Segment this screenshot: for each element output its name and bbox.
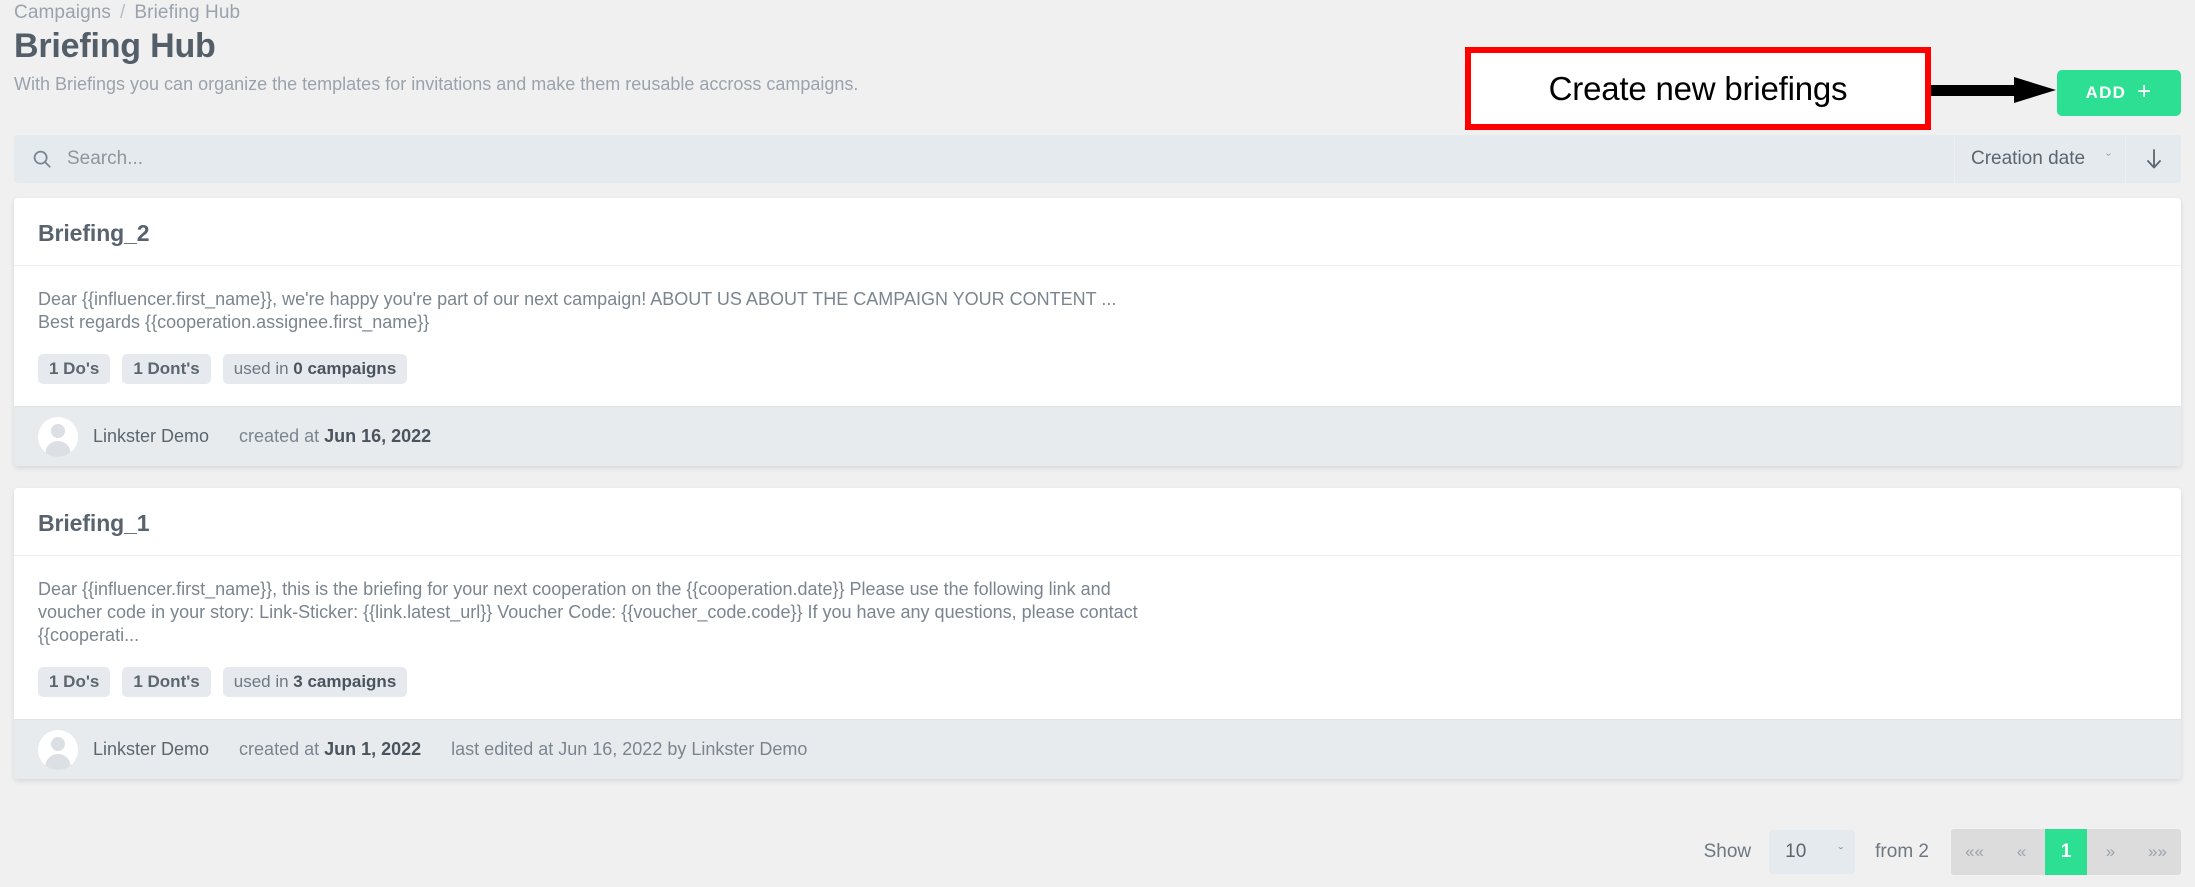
- footer-created: created at Jun 16, 2022: [239, 426, 431, 447]
- card-header: Briefing_2: [14, 198, 2181, 266]
- briefing-card[interactable]: Briefing_2 Dear {{influencer.first_name}…: [14, 198, 2181, 466]
- arrow-down-icon: [2146, 149, 2161, 169]
- pagination-next-button[interactable]: »: [2087, 829, 2134, 875]
- chip-dos: 1 Do's: [38, 354, 111, 384]
- avatar: [38, 729, 78, 770]
- chip-usage-value: 3 campaigns: [293, 672, 397, 691]
- footer-author: Linkster Demo: [93, 739, 210, 759]
- chip-donts: 1 Dont's: [122, 354, 211, 384]
- pagination-first-button[interactable]: ««: [1951, 829, 1998, 875]
- breadcrumb: Campaigns / Briefing Hub: [14, 0, 2181, 22]
- sort-direction-button[interactable]: [2126, 135, 2181, 183]
- footer-created-prefix: created at: [239, 739, 325, 759]
- page-size-select[interactable]: 10 ˇ: [1769, 830, 1856, 874]
- chip-dos: 1 Do's: [38, 667, 111, 697]
- pagination-prev-button[interactable]: «: [1998, 829, 2045, 875]
- pagination-last-button[interactable]: »»: [2134, 829, 2181, 875]
- pagination-buttons: «« « 1 » »»: [1951, 829, 2181, 875]
- footer-last-edited: last edited at Jun 16, 2022 by Linkster …: [451, 739, 808, 759]
- sort-field-select[interactable]: Creation date ˇ: [1955, 135, 2125, 183]
- add-briefing-button[interactable]: ADD +: [2057, 70, 2181, 116]
- chevron-down-icon: ˇ: [2106, 150, 2111, 168]
- card-title: Briefing_1: [38, 510, 150, 536]
- footer-author: Linkster Demo: [93, 426, 210, 446]
- user-silhouette-icon: [45, 736, 71, 770]
- chip-usage-value: 0 campaigns: [293, 359, 397, 378]
- card-preview-line-1: Dear {{influencer.first_name}}, we're ha…: [38, 289, 1117, 309]
- add-button-label: ADD: [2085, 83, 2127, 102]
- chip-donts: 1 Dont's: [122, 667, 211, 697]
- briefing-card-list: Briefing_2 Dear {{influencer.first_name}…: [14, 198, 2181, 801]
- footer-created-prefix: created at: [239, 426, 325, 446]
- page-size-label: Show: [1703, 841, 1752, 862]
- card-body: Dear {{influencer.first_name}}, this is …: [14, 556, 2181, 719]
- footer-created: created at Jun 1, 2022: [239, 739, 421, 760]
- avatar: [38, 416, 78, 457]
- annotation-text: Create new briefings: [1548, 69, 1848, 107]
- card-preview-text: Dear {{influencer.first_name}}, this is …: [38, 579, 1138, 645]
- annotation-arrow-icon: [1928, 77, 2056, 103]
- chip-row: 1 Do's 1 Dont's used in 0 campaigns: [38, 354, 2157, 384]
- chip-usage-prefix: used in: [233, 672, 294, 691]
- chip-usage-prefix: used in: [233, 359, 294, 378]
- search-input[interactable]: [67, 135, 1954, 183]
- card-footer: Linkster Demo created at Jun 1, 2022 las…: [14, 719, 2181, 779]
- chip-row: 1 Do's 1 Dont's used in 3 campaigns: [38, 667, 2157, 697]
- search-area[interactable]: [14, 135, 1954, 183]
- briefing-card[interactable]: Briefing_1 Dear {{influencer.first_name}…: [14, 488, 2181, 779]
- pagination-page-1-button[interactable]: 1: [2045, 829, 2087, 875]
- card-header: Briefing_1: [14, 488, 2181, 556]
- user-silhouette-icon: [45, 423, 71, 457]
- sort-field-value: Creation date: [1971, 148, 2086, 169]
- page-total-label: from 2: [1875, 841, 1929, 862]
- card-title: Briefing_2: [38, 220, 150, 246]
- breadcrumb-separator: /: [120, 2, 126, 22]
- card-footer: Linkster Demo created at Jun 16, 2022: [14, 406, 2181, 466]
- card-preview-line-2: Best regards {{cooperation.assignee.firs…: [38, 312, 430, 332]
- footer-created-date: Jun 1, 2022: [324, 739, 422, 759]
- card-body: Dear {{influencer.first_name}}, we're ha…: [14, 266, 2181, 406]
- search-icon: [33, 150, 51, 168]
- annotation-callout: Create new briefings: [1465, 47, 1931, 130]
- breadcrumb-item-campaigns[interactable]: Campaigns: [14, 3, 111, 22]
- plus-icon: +: [2137, 78, 2153, 105]
- footer-created-date: Jun 16, 2022: [324, 426, 432, 446]
- breadcrumb-item-briefing-hub[interactable]: Briefing Hub: [134, 3, 240, 22]
- toolbar: Creation date ˇ: [14, 135, 2181, 183]
- page-root: Campaigns / Briefing Hub Briefing Hub Wi…: [0, 0, 2195, 887]
- chip-usage: used in 0 campaigns: [222, 354, 408, 384]
- page-size-value: 10: [1785, 841, 1807, 862]
- chevron-down-icon: ˇ: [1838, 844, 1844, 860]
- card-preview-text: Dear {{influencer.first_name}}, we're ha…: [38, 288, 1158, 334]
- pagination: Show 10 ˇ from 2 «« « 1 » »»: [1704, 829, 2181, 875]
- chip-usage: used in 3 campaigns: [222, 667, 408, 697]
